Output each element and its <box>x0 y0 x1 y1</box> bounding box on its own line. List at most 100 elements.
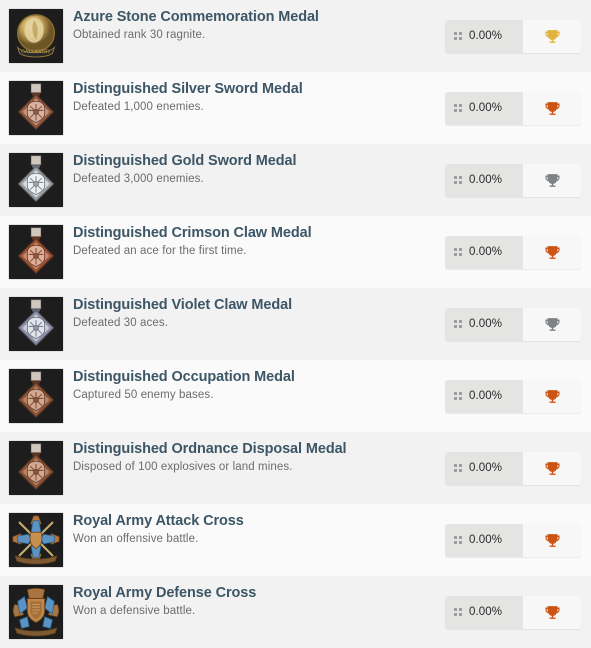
medal-thumbnail[interactable] <box>8 152 64 208</box>
grip-dots-icon <box>454 32 462 40</box>
progress-badge-wrapper: 0.00% <box>445 19 581 53</box>
progress-badge[interactable]: 0.00% <box>445 523 581 557</box>
progress-section[interactable]: 0.00% <box>445 19 523 53</box>
progress-section[interactable]: 0.00% <box>445 307 523 341</box>
medal-thumbnail[interactable] <box>8 512 64 568</box>
progress-percent: 0.00% <box>469 246 503 258</box>
achievement-description: Defeated 1,000 enemies. <box>73 101 204 113</box>
trophy-section[interactable] <box>523 379 581 413</box>
progress-badge[interactable]: 0.00% <box>445 91 581 125</box>
trophy-icon-bronze <box>544 388 561 405</box>
progress-percent: 0.00% <box>469 318 503 330</box>
trophy-section[interactable] <box>523 19 581 53</box>
achievement-text: Azure Stone Commemoration Medal Obtained … <box>64 8 383 42</box>
achievement-text: Distinguished Gold Sword Medal Defeated 3… <box>64 152 383 186</box>
trophy-icon-bronze <box>544 460 561 477</box>
progress-percent: 0.00% <box>469 30 503 42</box>
achievement-row[interactable]: Distinguished Crimson Claw Medal Defeated… <box>0 216 591 288</box>
achievement-description: Defeated an ace for the first time. <box>73 245 247 257</box>
progress-badge[interactable]: 0.00% <box>445 595 581 629</box>
progress-section[interactable]: 0.00% <box>445 451 523 485</box>
achievement-title: Distinguished Crimson Claw Medal <box>73 225 312 241</box>
progress-section[interactable]: 0.00% <box>445 91 523 125</box>
achievement-text: Distinguished Occupation Medal Captured 5… <box>64 368 383 402</box>
trophy-icon-gold <box>544 28 561 45</box>
trophy-section[interactable] <box>523 163 581 197</box>
trophy-section[interactable] <box>523 595 581 629</box>
progress-percent: 0.00% <box>469 174 503 186</box>
achievement-list: GALLANTRY Azure Stone Commemoration Medal… <box>0 0 591 648</box>
progress-section[interactable]: 0.00% <box>445 163 523 197</box>
progress-percent: 0.00% <box>469 102 503 114</box>
progress-percent: 0.00% <box>469 606 503 618</box>
achievement-title: Distinguished Violet Claw Medal <box>73 297 293 313</box>
medal-thumbnail[interactable] <box>8 296 64 352</box>
progress-section[interactable]: 0.00% <box>445 235 523 269</box>
medal-thumbnail[interactable] <box>8 224 64 280</box>
achievement-title: Distinguished Occupation Medal <box>73 369 295 385</box>
achievement-description: Obtained rank 30 ragnite. <box>73 29 206 41</box>
achievement-text: Distinguished Crimson Claw Medal Defeated… <box>64 224 383 258</box>
grip-dots-icon <box>454 104 462 112</box>
achievement-row[interactable]: Royal Army Defense Cross Won a defensive … <box>0 576 591 648</box>
achievement-description: Won a defensive battle. <box>73 605 196 617</box>
achievement-description: Captured 50 enemy bases. <box>73 389 214 401</box>
achievement-row[interactable]: Distinguished Ordnance Disposal Medal Dis… <box>0 432 591 504</box>
achievement-text: Distinguished Silver Sword Medal Defeated… <box>64 80 383 114</box>
achievement-row[interactable]: Distinguished Occupation Medal Captured 5… <box>0 360 591 432</box>
medal-thumbnail[interactable]: GALLANTRY <box>8 8 64 64</box>
achievement-row[interactable]: Royal Army Attack Cross Won an offensive … <box>0 504 591 576</box>
medal-thumbnail[interactable] <box>8 80 64 136</box>
achievement-title: Distinguished Silver Sword Medal <box>73 81 303 97</box>
achievement-title: Royal Army Defense Cross <box>73 585 257 601</box>
achievement-row[interactable]: Distinguished Silver Sword Medal Defeated… <box>0 72 591 144</box>
trophy-section[interactable] <box>523 307 581 341</box>
trophy-section[interactable] <box>523 523 581 557</box>
achievement-row[interactable]: GALLANTRY Azure Stone Commemoration Medal… <box>0 0 591 72</box>
achievement-text: Distinguished Violet Claw Medal Defeated … <box>64 296 383 330</box>
achievement-description: Disposed of 100 explosives or land mines… <box>73 461 293 473</box>
progress-badge-wrapper: 0.00% <box>445 595 581 629</box>
progress-badge-wrapper: 0.00% <box>445 523 581 557</box>
progress-badge-wrapper: 0.00% <box>445 91 581 125</box>
progress-badge-wrapper: 0.00% <box>445 451 581 485</box>
grip-dots-icon <box>454 392 462 400</box>
trophy-section[interactable] <box>523 451 581 485</box>
achievement-text: Royal Army Defense Cross Won a defensive … <box>64 584 383 618</box>
achievement-title: Royal Army Attack Cross <box>73 513 244 529</box>
trophy-icon-bronze <box>544 100 561 117</box>
progress-badge[interactable]: 0.00% <box>445 235 581 269</box>
achievement-row[interactable]: Distinguished Gold Sword Medal Defeated 3… <box>0 144 591 216</box>
achievement-description: Defeated 3,000 enemies. <box>73 173 204 185</box>
progress-percent: 0.00% <box>469 462 503 474</box>
progress-section[interactable]: 0.00% <box>445 595 523 629</box>
achievement-text: Distinguished Ordnance Disposal Medal Dis… <box>64 440 383 474</box>
grip-dots-icon <box>454 536 462 544</box>
trophy-icon-silver <box>544 172 561 189</box>
progress-badge[interactable]: 0.00% <box>445 379 581 413</box>
progress-badge[interactable]: 0.00% <box>445 19 581 53</box>
grip-dots-icon <box>454 464 462 472</box>
progress-badge-wrapper: 0.00% <box>445 379 581 413</box>
progress-badge[interactable]: 0.00% <box>445 307 581 341</box>
achievement-title: Distinguished Ordnance Disposal Medal <box>73 441 347 457</box>
grip-dots-icon <box>454 176 462 184</box>
medal-thumbnail[interactable] <box>8 368 64 424</box>
medal-thumbnail[interactable] <box>8 440 64 496</box>
medal-thumbnail[interactable] <box>8 584 64 640</box>
progress-percent: 0.00% <box>469 390 503 402</box>
trophy-section[interactable] <box>523 235 581 269</box>
progress-section[interactable]: 0.00% <box>445 523 523 557</box>
progress-section[interactable]: 0.00% <box>445 379 523 413</box>
trophy-section[interactable] <box>523 91 581 125</box>
progress-badge-wrapper: 0.00% <box>445 235 581 269</box>
grip-dots-icon <box>454 248 462 256</box>
trophy-icon-silver <box>544 316 561 333</box>
achievement-row[interactable]: Distinguished Violet Claw Medal Defeated … <box>0 288 591 360</box>
progress-badge[interactable]: 0.00% <box>445 451 581 485</box>
achievement-description: Won an offensive battle. <box>73 533 199 545</box>
progress-badge-wrapper: 0.00% <box>445 163 581 197</box>
grip-dots-icon <box>454 608 462 616</box>
svg-text:GALLANTRY: GALLANTRY <box>21 50 51 55</box>
progress-badge[interactable]: 0.00% <box>445 163 581 197</box>
